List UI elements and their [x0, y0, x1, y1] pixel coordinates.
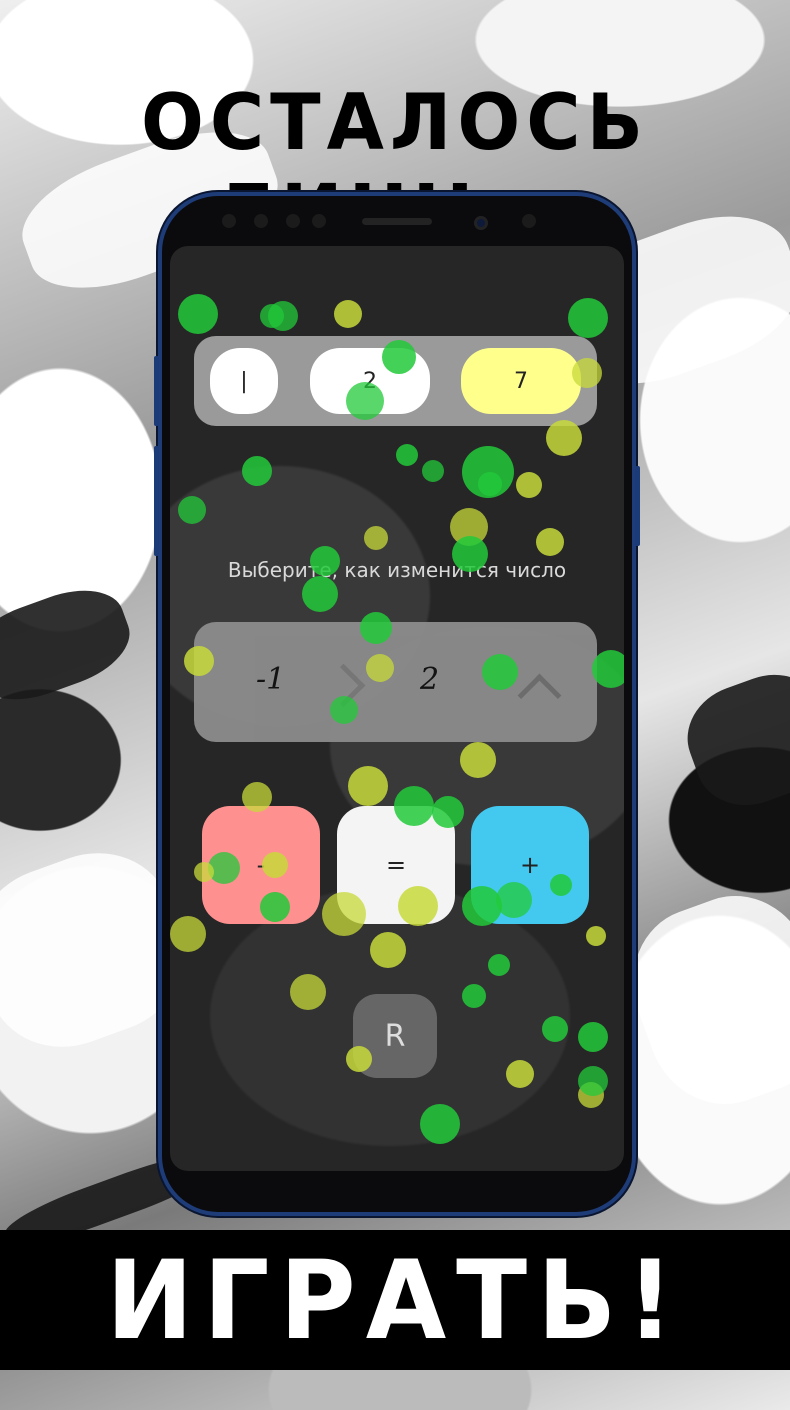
- confetti-dot: [242, 782, 272, 812]
- confetti-dot: [488, 954, 510, 976]
- confetti-dot: [586, 926, 606, 946]
- confetti-dot: [260, 304, 284, 328]
- phone-mockup: | 2 7 Выберите, как изменится число -1 2…: [154, 196, 640, 1212]
- play-button-label[interactable]: ИГРАТЬ!: [106, 1236, 684, 1364]
- confetti-dot: [364, 526, 388, 550]
- confetti-dot: [194, 862, 214, 882]
- confetti-dot: [568, 298, 608, 338]
- confetti-dot: [420, 1104, 460, 1144]
- game-screen: | 2 7 Выберите, как изменится число -1 2…: [170, 246, 624, 1171]
- confetti-dot: [242, 456, 272, 486]
- confetti-dot: [370, 932, 406, 968]
- confetti-dot: [262, 852, 288, 878]
- confetti-dot: [366, 654, 394, 682]
- confetti-dot: [260, 892, 290, 922]
- confetti-dot: [462, 984, 486, 1008]
- confetti-dot: [310, 546, 340, 576]
- confetti-dot: [460, 742, 496, 778]
- confetti-dot: [322, 892, 366, 936]
- front-camera: [474, 216, 488, 230]
- instruction-text: Выберите, как изменится число: [227, 558, 567, 582]
- confetti-dot: [346, 1046, 372, 1072]
- confetti-dot: [578, 1066, 608, 1096]
- chevron-up-icon[interactable]: [517, 673, 562, 718]
- confetti-dot: [546, 420, 582, 456]
- earpiece-speaker: [362, 218, 432, 225]
- confetti-dot: [542, 1016, 568, 1042]
- confetti-dot: [432, 796, 464, 828]
- confetti-dot: [302, 576, 338, 612]
- sequence-pill-1[interactable]: |: [210, 348, 278, 414]
- confetti-dot: [330, 696, 358, 724]
- change-value-left: -1: [256, 662, 286, 697]
- confetti-dot: [462, 886, 502, 926]
- confetti-dot: [346, 382, 384, 420]
- confetti-dot: [550, 874, 572, 896]
- confetti-dot: [578, 1022, 608, 1052]
- confetti-dot: [516, 472, 542, 498]
- confetti-dot: [536, 528, 564, 556]
- confetti-dot: [422, 460, 444, 482]
- confetti-dot: [496, 882, 532, 918]
- cta-bar[interactable]: ИГРАТЬ!: [0, 1230, 790, 1370]
- confetti-dot: [452, 536, 488, 572]
- confetti-dot: [478, 472, 502, 496]
- sequence-pill-3[interactable]: 7: [461, 348, 581, 414]
- confetti-dot: [170, 916, 206, 952]
- confetti-dot: [482, 654, 518, 690]
- confetti-dot: [394, 786, 434, 826]
- change-panel: -1 2: [194, 622, 597, 742]
- change-value-right: 2: [420, 662, 440, 697]
- confetti-dot: [178, 496, 206, 524]
- confetti-dot: [178, 294, 218, 334]
- phone-top-bezel: [162, 196, 632, 246]
- confetti-dot: [396, 444, 418, 466]
- confetti-dot: [360, 612, 392, 644]
- confetti-dot: [398, 886, 438, 926]
- confetti-dot: [572, 358, 602, 388]
- confetti-dot: [382, 340, 416, 374]
- confetti-dot: [334, 300, 362, 328]
- confetti-dot: [506, 1060, 534, 1088]
- confetti-dot: [592, 650, 624, 688]
- confetti-dot: [290, 974, 326, 1010]
- confetti-dot: [184, 646, 214, 676]
- confetti-dot: [348, 766, 388, 806]
